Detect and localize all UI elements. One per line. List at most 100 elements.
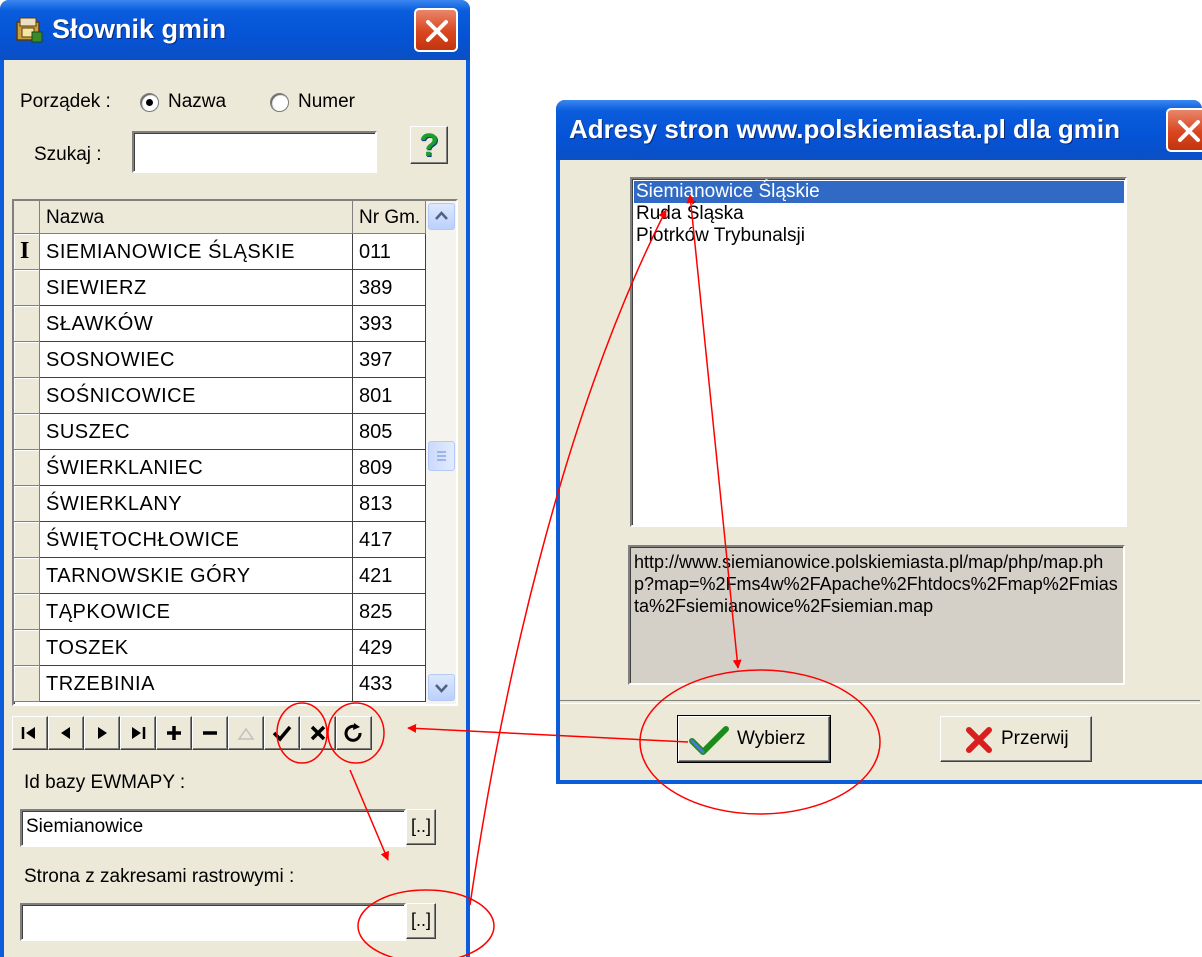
nav-delete-button[interactable] (192, 716, 228, 750)
raster-page-browse-button[interactable]: [..] (406, 903, 436, 939)
nav-cancel-button[interactable] (300, 716, 336, 750)
cell-number[interactable]: 417 (353, 522, 426, 558)
cell-name[interactable]: ŚWIERKLANY (40, 486, 353, 522)
cell-number[interactable]: 389 (353, 270, 426, 306)
cancel-dialog-label: Przerwij (1001, 728, 1069, 749)
cell-number[interactable]: 393 (353, 306, 426, 342)
prior-icon (61, 727, 70, 739)
table-row[interactable]: TRZEBINIA 433 (14, 666, 426, 702)
select-button[interactable]: Wybierz (677, 715, 831, 763)
cell-name[interactable]: SUSZEC (40, 414, 353, 450)
dictionary-titlebar[interactable]: Słownik gmin (0, 0, 470, 60)
cell-number[interactable]: 813 (353, 486, 426, 522)
last-icon (132, 727, 146, 739)
row-indicator[interactable] (14, 666, 40, 702)
scroll-down-button[interactable] (428, 674, 455, 701)
row-indicator[interactable] (14, 306, 40, 342)
cancel-dialog-button[interactable]: Przerwij (940, 716, 1092, 762)
ewmapy-input[interactable]: Siemianowice (20, 809, 406, 847)
close-button[interactable] (414, 8, 458, 52)
cell-number[interactable]: 809 (353, 450, 426, 486)
window-title: Słownik gmin (52, 14, 227, 44)
addresses-titlebar[interactable]: Adresy stron www.polskiemiasta.pl dla gm… (556, 100, 1202, 160)
first-icon (21, 727, 35, 739)
row-indicator[interactable] (14, 450, 40, 486)
table-row[interactable]: ŚWIERKLANIEC 809 (14, 450, 426, 486)
table-row[interactable]: I SIEMIANOWICE ŚLĄSKIE 011 (14, 234, 426, 270)
cell-name[interactable]: TRZEBINIA (40, 666, 353, 702)
table-row[interactable]: SŁAWKÓW 393 (14, 306, 426, 342)
order-name-label[interactable]: Nazwa (168, 91, 226, 113)
cell-number[interactable]: 397 (353, 342, 426, 378)
table-row[interactable]: ŚWIERKLANY 813 (14, 486, 426, 522)
cell-number[interactable]: 805 (353, 414, 426, 450)
table-row[interactable]: TARNOWSKIE GÓRY 421 (14, 558, 426, 594)
cell-number[interactable]: 421 (353, 558, 426, 594)
column-header-name[interactable]: Nazwa (40, 201, 353, 234)
cell-number[interactable]: 429 (353, 630, 426, 666)
cell-name[interactable]: TARNOWSKIE GÓRY (40, 558, 353, 594)
cell-number[interactable]: 011 (353, 234, 426, 270)
list-item[interactable]: Siemianowice Śląskie (634, 181, 1124, 203)
help-icon: ? (419, 127, 439, 163)
row-indicator[interactable] (14, 486, 40, 522)
cell-number[interactable]: 825 (353, 594, 426, 630)
grid-scrollbar[interactable] (426, 201, 456, 704)
cell-name[interactable]: SŁAWKÓW (40, 306, 353, 342)
table-row[interactable]: SIEWIERZ 389 (14, 270, 426, 306)
raster-page-input[interactable] (20, 903, 406, 941)
chevron-down-icon (435, 684, 448, 693)
addresses-close-button[interactable] (1166, 108, 1202, 152)
table-row[interactable]: SOŚNICOWICE 801 (14, 378, 426, 414)
row-indicator[interactable] (14, 378, 40, 414)
nav-prior-button[interactable] (48, 716, 84, 750)
row-indicator[interactable] (14, 594, 40, 630)
ewmapy-browse-button[interactable]: [..] (406, 809, 436, 845)
column-header-number[interactable]: Nr Gm. (353, 201, 426, 234)
row-indicator[interactable] (14, 342, 40, 378)
help-button[interactable]: ? (410, 126, 448, 164)
table-row[interactable]: SOSNOWIEC 397 (14, 342, 426, 378)
row-indicator[interactable] (14, 414, 40, 450)
cancel-icon (310, 725, 326, 741)
table-row[interactable]: TĄPKOWICE 825 (14, 594, 426, 630)
order-number-radio[interactable] (270, 93, 289, 112)
order-number-label[interactable]: Numer (298, 91, 355, 113)
list-item[interactable]: Ruda Śląska (634, 203, 1124, 225)
cell-number[interactable]: 801 (353, 378, 426, 414)
scroll-up-button[interactable] (428, 203, 455, 230)
search-input[interactable] (132, 131, 377, 173)
nav-last-button[interactable] (120, 716, 156, 750)
table-row[interactable]: ŚWIĘTOCHŁOWICE 417 (14, 522, 426, 558)
cell-name[interactable]: SOŚNICOWICE (40, 378, 353, 414)
nav-next-button[interactable] (84, 716, 120, 750)
list-item[interactable]: Piotrków Trybunalsji (634, 225, 1124, 247)
table-row[interactable]: SUSZEC 805 (14, 414, 426, 450)
addresses-window-title: Adresy stron www.polskiemiasta.pl dla gm… (569, 114, 1120, 144)
cell-name[interactable]: SIEMIANOWICE ŚLĄSKIE (40, 234, 353, 270)
post-icon (272, 725, 292, 742)
order-name-radio[interactable] (140, 93, 159, 112)
cell-name[interactable]: SOSNOWIEC (40, 342, 353, 378)
nav-refresh-button[interactable] (336, 716, 372, 750)
row-indicator[interactable] (14, 630, 40, 666)
cell-name[interactable]: TOSZEK (40, 630, 353, 666)
nav-first-button[interactable] (12, 716, 48, 750)
row-indicator[interactable]: I (14, 234, 40, 270)
cell-name[interactable]: ŚWIĘTOCHŁOWICE (40, 522, 353, 558)
table-row[interactable]: TOSZEK 429 (14, 630, 426, 666)
cell-name[interactable]: SIEWIERZ (40, 270, 353, 306)
cell-number[interactable]: 433 (353, 666, 426, 702)
ewmapy-label: Id bazy EWMAPY : (24, 772, 186, 793)
nav-insert-button[interactable] (156, 716, 192, 750)
row-indicator[interactable] (14, 270, 40, 306)
row-indicator[interactable] (14, 522, 40, 558)
city-listbox[interactable]: Siemianowice Śląskie Ruda Śląska Piotrków … (630, 177, 1127, 527)
nav-post-button[interactable] (264, 716, 300, 750)
nav-edit-button[interactable] (228, 716, 264, 750)
cell-name[interactable]: ŚWIERKLANIEC (40, 450, 353, 486)
cell-name[interactable]: TĄPKOWICE (40, 594, 353, 630)
close-icon (426, 20, 448, 42)
scroll-thumb[interactable] (428, 441, 455, 471)
row-indicator[interactable] (14, 558, 40, 594)
